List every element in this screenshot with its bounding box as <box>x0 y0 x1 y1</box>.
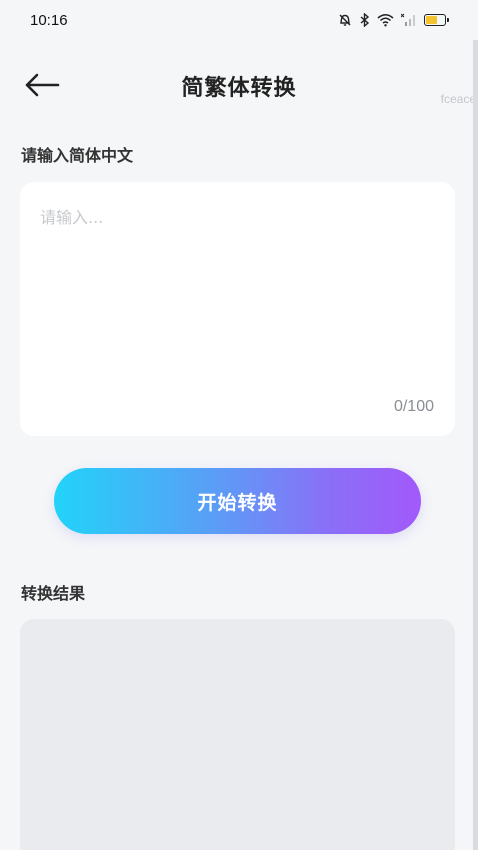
simplified-text-input[interactable] <box>40 204 435 384</box>
convert-button[interactable]: 开始转换 <box>54 468 421 534</box>
signal-icon <box>401 13 417 27</box>
battery-icon <box>424 14 449 26</box>
status-time: 10:16 <box>30 11 68 29</box>
nav-bar: 简繁体转换 <box>0 60 478 110</box>
input-section-label: 请输入简体中文 <box>21 146 134 165</box>
scroll-edge <box>473 40 478 850</box>
char-counter: 0/100 <box>393 398 434 415</box>
page-title: 简繁体转换 <box>181 76 297 101</box>
watermark: fceace <box>440 92 476 106</box>
status-bar: 10:16 <box>0 0 478 40</box>
status-icons <box>338 13 449 27</box>
bell-off-icon <box>338 13 352 27</box>
bluetooth-icon <box>359 13 370 27</box>
input-card: 0/100 <box>20 182 455 436</box>
battery-level <box>426 16 437 24</box>
result-output <box>20 619 455 850</box>
result-section-label: 转换结果 <box>21 584 86 603</box>
wifi-icon <box>377 13 394 27</box>
